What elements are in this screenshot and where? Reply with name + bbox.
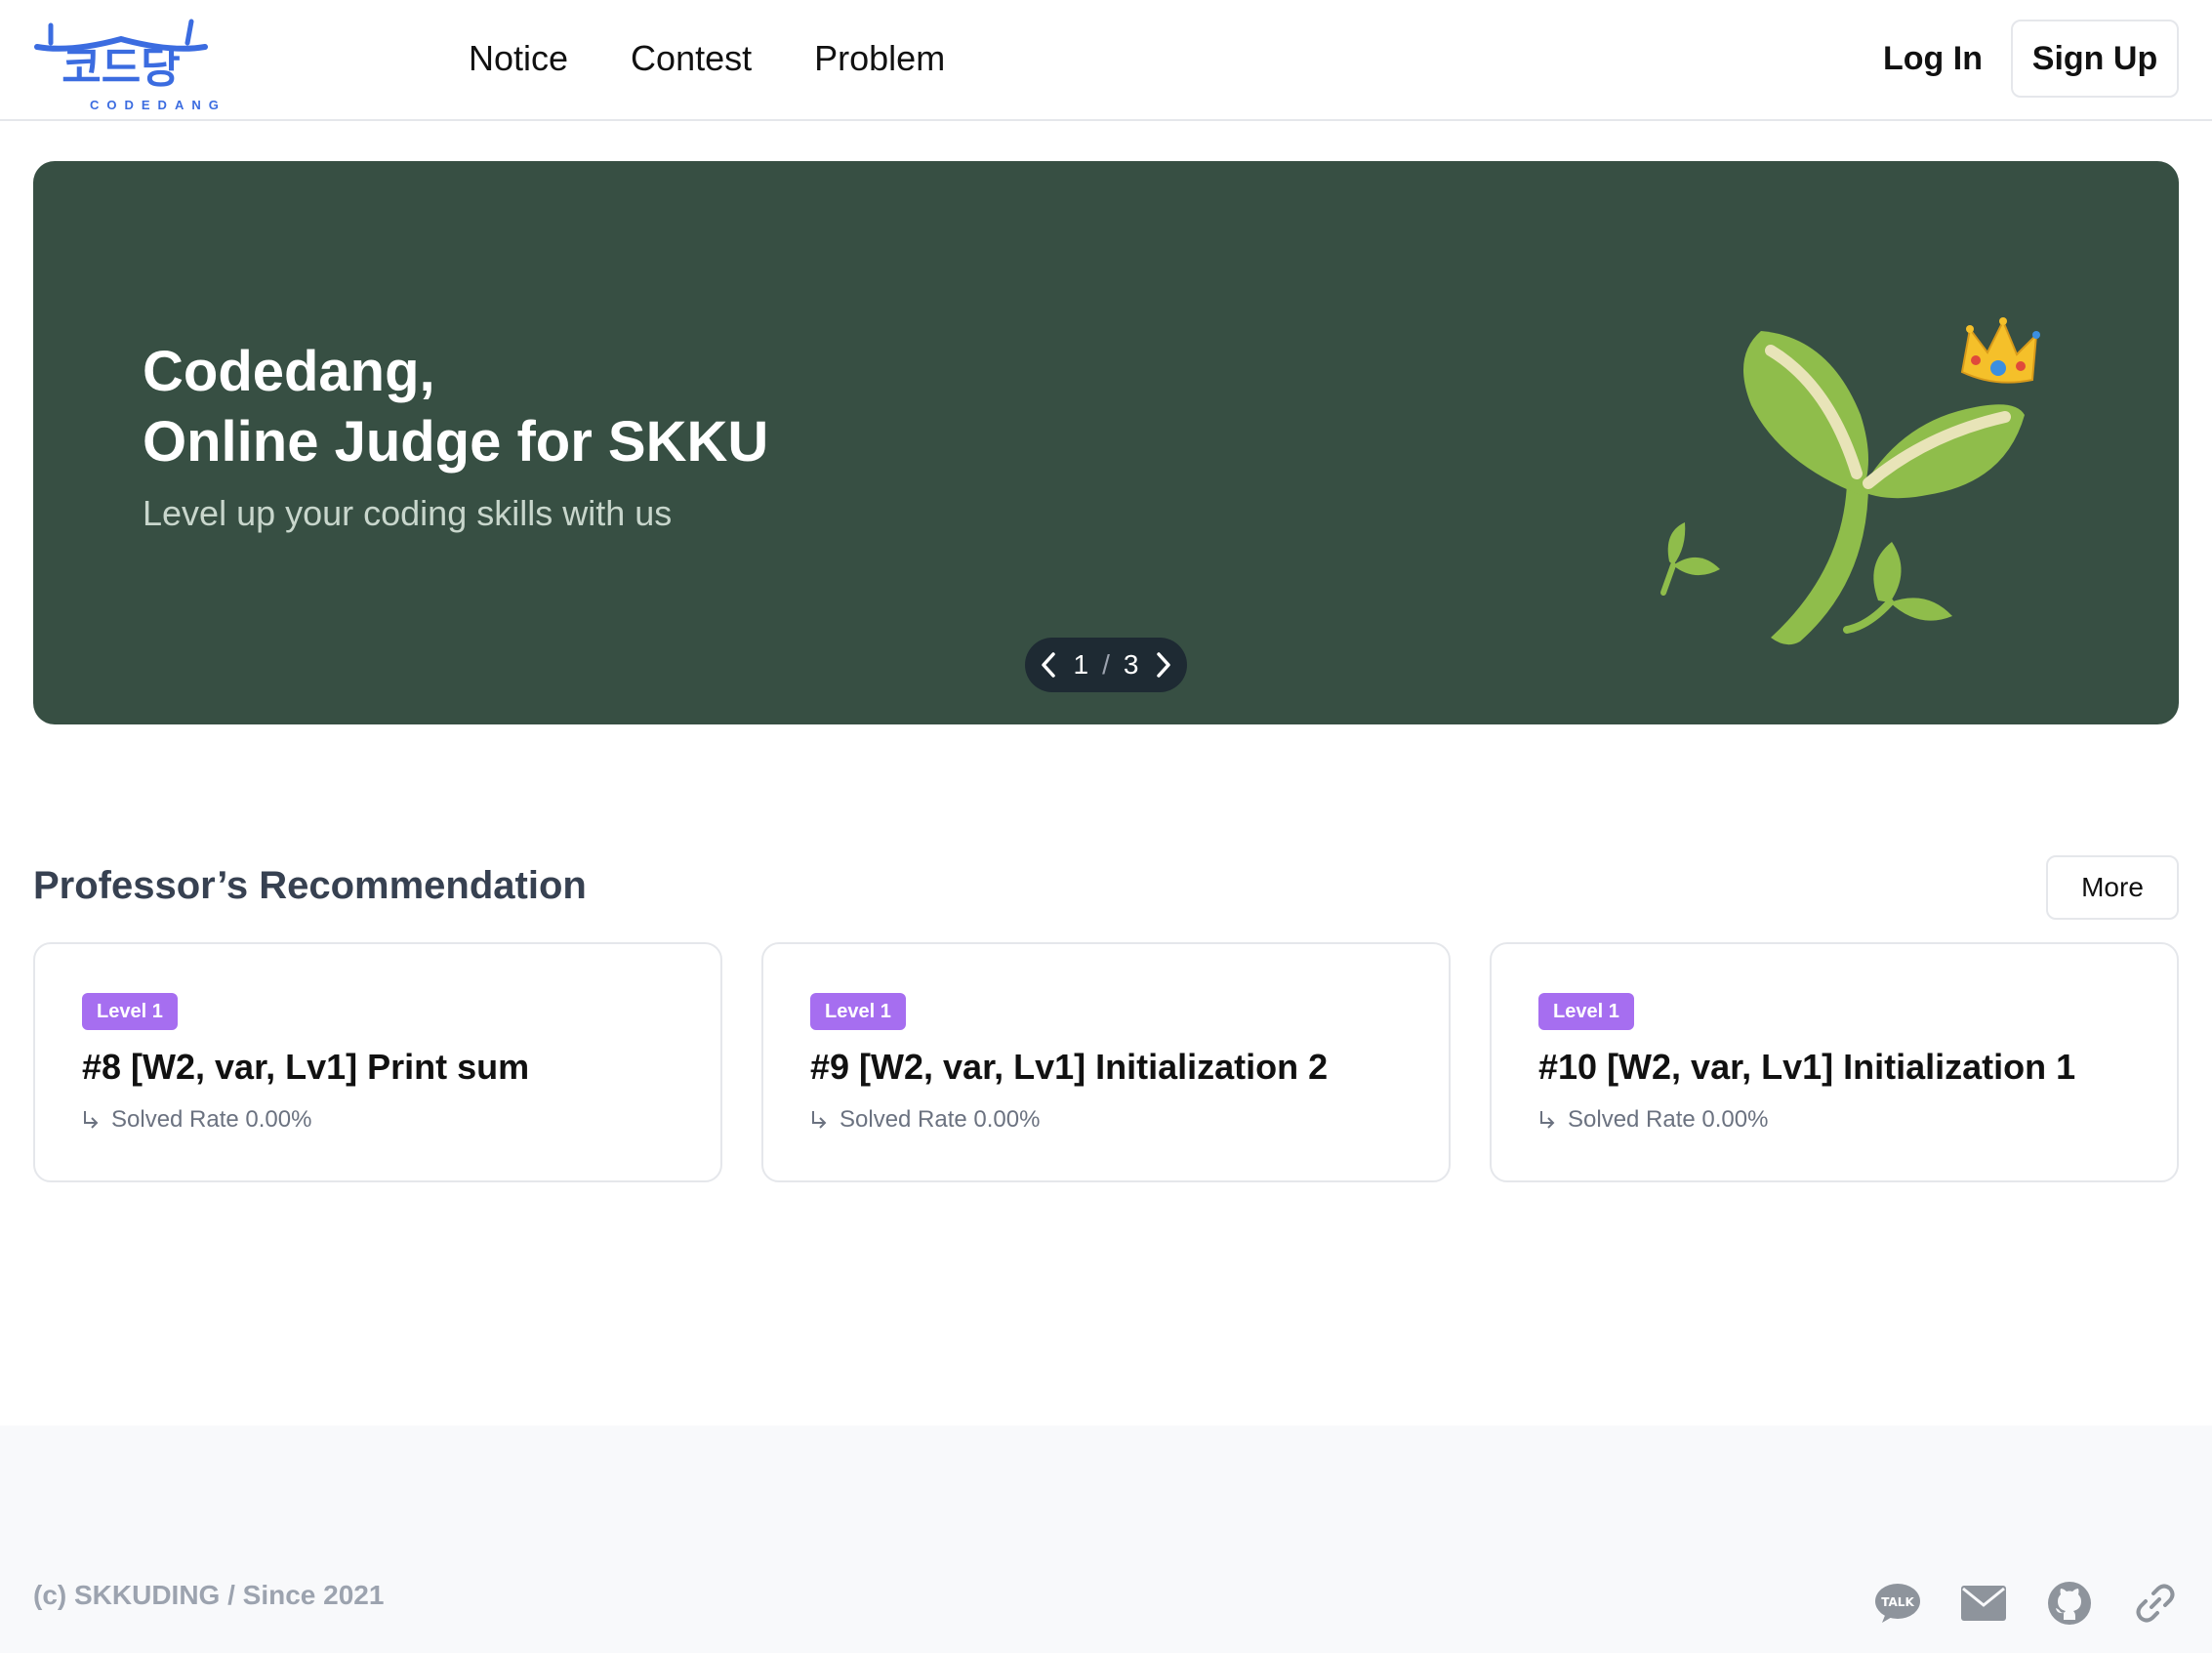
solved-rate-label: Solved Rate 0.00% bbox=[111, 1106, 312, 1133]
logo-icon: 코드당 bbox=[34, 19, 208, 93]
site-header: 코드당 CODEDANG Notice Contest Problem Log … bbox=[0, 0, 2212, 121]
chevron-left-icon[interactable] bbox=[1037, 649, 1060, 681]
solved-rate: Solved Rate 0.00% bbox=[1538, 1106, 1768, 1134]
problem-title: #10 [W2, var, Lv1] Initialization 1 bbox=[1538, 1047, 2076, 1087]
recommendation-cards: Level 1 #8 [W2, var, Lv1] Print sum Solv… bbox=[33, 942, 2179, 1182]
mail-icon[interactable] bbox=[1960, 1580, 2007, 1627]
kakaotalk-icon[interactable]: TALK bbox=[1874, 1580, 1921, 1627]
carousel-pager: 1 / 3 bbox=[1025, 638, 1187, 692]
solved-rate-label: Solved Rate 0.00% bbox=[840, 1106, 1041, 1133]
link-icon[interactable] bbox=[2132, 1580, 2179, 1627]
problem-card[interactable]: Level 1 #9 [W2, var, Lv1] Initialization… bbox=[761, 942, 1451, 1182]
hero-title: Codedang, Online Judge for SKKU bbox=[143, 337, 1021, 477]
solved-rate: Solved Rate 0.00% bbox=[810, 1106, 1040, 1134]
solved-rate: Solved Rate 0.00% bbox=[82, 1106, 311, 1134]
svg-text:코드당: 코드당 bbox=[61, 43, 180, 93]
hero-title-line1: Codedang, bbox=[143, 340, 435, 403]
sprout-illustration bbox=[1660, 317, 2040, 645]
problem-card[interactable]: Level 1 #8 [W2, var, Lv1] Print sum Solv… bbox=[33, 942, 722, 1182]
problem-title: #8 [W2, var, Lv1] Print sum bbox=[82, 1047, 530, 1087]
pager-total: 3 bbox=[1123, 649, 1139, 680]
hero-subtitle: Level up your coding skills with us bbox=[143, 493, 673, 533]
problem-card[interactable]: Level 1 #10 [W2, var, Lv1] Initializatio… bbox=[1490, 942, 2179, 1182]
solved-rate-label: Solved Rate 0.00% bbox=[1568, 1106, 1769, 1133]
nav-contest[interactable]: Contest bbox=[631, 38, 752, 79]
nav-notice[interactable]: Notice bbox=[469, 38, 568, 79]
site-footer: (c) SKKUDING / Since 2021 TALK bbox=[0, 1426, 2212, 1653]
svg-text:TALK: TALK bbox=[1881, 1595, 1914, 1609]
return-arrow-icon bbox=[84, 1111, 99, 1129]
pager-separator: / bbox=[1102, 649, 1110, 680]
hero-title-line2: Online Judge for SKKU bbox=[143, 410, 769, 474]
login-button[interactable]: Log In bbox=[1855, 20, 2011, 98]
codedang-logo[interactable]: 코드당 CODEDANG bbox=[31, 14, 219, 112]
social-links: TALK bbox=[1874, 1580, 2179, 1627]
logo-subtext: CODEDANG bbox=[90, 98, 226, 112]
problem-title: #9 [W2, var, Lv1] Initialization 2 bbox=[810, 1047, 1329, 1087]
crown-icon bbox=[1960, 317, 2040, 384]
recommendation-title: Professor’s Recommendation bbox=[33, 864, 587, 907]
more-button[interactable]: More bbox=[2046, 855, 2179, 920]
return-arrow-icon bbox=[812, 1111, 827, 1129]
pager-current: 1 bbox=[1073, 649, 1089, 680]
nav-problem[interactable]: Problem bbox=[814, 38, 945, 79]
copyright-text: (c) SKKUDING / Since 2021 bbox=[33, 1580, 385, 1610]
level-badge: Level 1 bbox=[1538, 993, 1634, 1030]
github-icon[interactable] bbox=[2046, 1580, 2093, 1627]
signup-button[interactable]: Sign Up bbox=[2011, 20, 2179, 98]
level-badge: Level 1 bbox=[810, 993, 906, 1030]
level-badge: Level 1 bbox=[82, 993, 178, 1030]
chevron-right-icon[interactable] bbox=[1152, 649, 1175, 681]
main-nav: Notice Contest Problem bbox=[469, 0, 945, 117]
hero-banner: Codedang, Online Judge for SKKU Level up… bbox=[33, 161, 2179, 724]
return-arrow-icon bbox=[1540, 1111, 1555, 1129]
